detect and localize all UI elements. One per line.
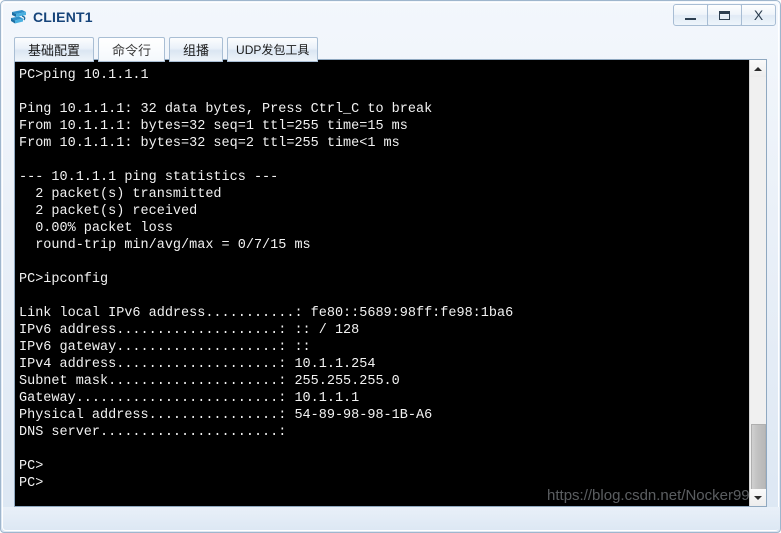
terminal-output-area[interactable]: PC>ping 10.1.1.1 Ping 10.1.1.1: 32 data …: [15, 60, 750, 506]
terminal-panel: PC>ping 10.1.1.1 Ping 10.1.1.1: 32 data …: [14, 59, 767, 507]
window-controls: X: [673, 4, 776, 28]
tab-multicast[interactable]: 组播: [169, 37, 224, 62]
minimize-icon: [685, 17, 696, 20]
tab-command-line[interactable]: 命令行: [98, 37, 166, 62]
window-title: CLIENT1: [33, 8, 93, 25]
title-bar: CLIENT1 X: [3, 3, 780, 30]
maximize-icon: [719, 10, 730, 20]
network-device-icon: [9, 8, 29, 26]
client-window: CLIENT1 X 基础配置 命令行 组播 UDP发包工具 PC>ping 10…: [0, 0, 781, 533]
terminal-scrollbar[interactable]: [749, 60, 766, 506]
scrollbar-thumb[interactable]: [751, 424, 766, 490]
terminal-text: PC>ping 10.1.1.1 Ping 10.1.1.1: 32 data …: [19, 68, 514, 491]
tab-bar: 基础配置 命令行 组播 UDP发包工具: [14, 37, 322, 62]
maximize-button[interactable]: [707, 4, 742, 26]
tab-udp-packet-tool[interactable]: UDP发包工具: [227, 37, 319, 62]
scroll-up-button[interactable]: [750, 60, 766, 77]
chevron-up-icon: [754, 66, 762, 71]
minimize-button[interactable]: [673, 4, 708, 26]
scroll-down-button[interactable]: [750, 489, 766, 506]
close-icon: X: [753, 7, 764, 23]
close-button[interactable]: X: [741, 4, 776, 26]
window-bottom-bar: [3, 507, 780, 530]
tab-basic-config[interactable]: 基础配置: [14, 37, 95, 62]
chevron-down-icon: [754, 495, 762, 500]
